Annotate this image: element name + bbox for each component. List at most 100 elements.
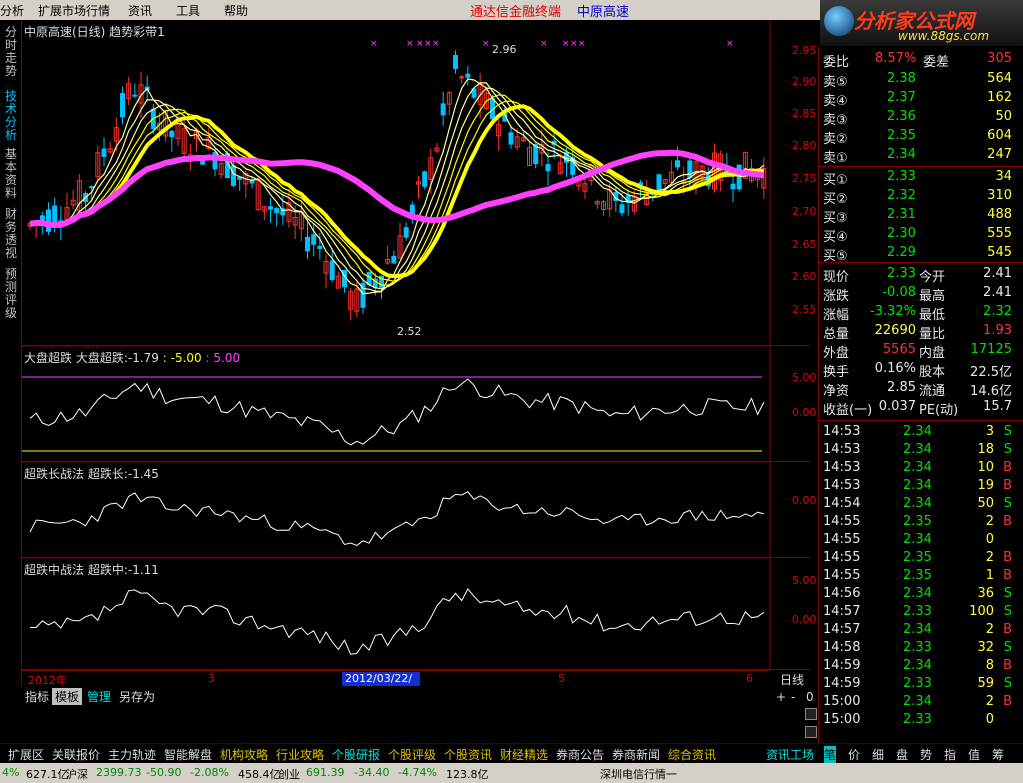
subtab-indicator[interactable]: 指标 — [22, 688, 52, 705]
bottom-tab[interactable]: 个股资讯 — [444, 746, 492, 763]
tick-time: 14:53 — [823, 478, 861, 493]
bottom-tab[interactable]: 个股评级 — [388, 746, 436, 763]
stat-label: 外盘 — [823, 346, 850, 361]
tick-volume: 19 — [977, 478, 994, 493]
ask-label: 卖③ — [823, 113, 848, 128]
tick-row: 14:53 2.34 3 S — [819, 423, 1023, 441]
ask-volume: 162 — [987, 90, 1012, 105]
bottom-tab[interactable]: 券商公告 — [556, 746, 604, 763]
bottom-tab[interactable]: 财经精选 — [500, 746, 548, 763]
pane2-series-label: 超跌长: — [87, 467, 128, 481]
ask-volume: 604 — [987, 128, 1012, 143]
menu-news[interactable]: 资讯 — [128, 2, 152, 19]
stat-row: 涨幅 -3.32% 最低 2.32 — [819, 303, 1023, 323]
tick-row: 14:53 2.34 18 S — [819, 441, 1023, 459]
tick-side: B — [1003, 550, 1012, 565]
zoom-in-button[interactable]: + — [776, 690, 786, 704]
scroll-up-button[interactable] — [805, 708, 817, 720]
right-tab[interactable]: 资讯工场 — [766, 746, 814, 763]
right-tab[interactable]: 盘 — [896, 746, 908, 763]
tab-technical[interactable]: 技术分析 — [5, 90, 19, 142]
tick-volume: 18 — [977, 442, 994, 457]
menu-analysis[interactable]: 分析 — [0, 2, 24, 19]
bottom-tab[interactable]: 智能解盘 — [164, 746, 212, 763]
tick-row: 14:57 2.34 2 B — [819, 621, 1023, 639]
ask-price: 2.38 — [887, 71, 916, 86]
stat-label: 最低 — [919, 308, 946, 323]
y-tick: 2.70 — [792, 205, 817, 218]
right-tab[interactable]: 势 — [920, 746, 932, 763]
zoom-out-button[interactable]: - — [791, 690, 795, 704]
indicator-sub-tabs: 指标 模板 管理 另存为 — [22, 686, 818, 706]
menu-tools[interactable]: 工具 — [176, 2, 200, 19]
tick-time: 15:00 — [823, 694, 861, 709]
y-tick: 2.65 — [792, 238, 817, 251]
right-tab[interactable]: 筹 — [992, 746, 1004, 763]
bottom-tab[interactable]: 主力轨迹 — [108, 746, 156, 763]
right-tab[interactable]: 指 — [944, 746, 956, 763]
subtab-template[interactable]: 模板 — [52, 688, 83, 705]
status-index-name: 沪深 — [66, 768, 88, 781]
tick-price: 2.33 — [903, 604, 932, 619]
menu-extended-market[interactable]: 扩展市场行情 — [38, 2, 110, 19]
tab-fundamentals[interactable]: 基本资料 — [5, 148, 19, 200]
right-tab[interactable]: 值 — [968, 746, 980, 763]
ask-row: 卖⑤ 2.38 564 — [819, 70, 1023, 90]
pane1-lower-line-value: : -5.00 — [162, 351, 202, 365]
bottom-tab[interactable]: 关联报价 — [52, 746, 100, 763]
tick-row: 14:56 2.34 36 S — [819, 585, 1023, 603]
status-amount3: 123.8亿 — [446, 768, 489, 781]
stat-value: 1.93 — [983, 323, 1012, 338]
bottom-tab[interactable]: 个股研报 — [332, 746, 380, 763]
status-index2-pct: -4.74% — [398, 766, 437, 779]
right-tab[interactable]: 价 — [848, 746, 860, 763]
tick-price: 2.33 — [903, 712, 932, 727]
divider — [819, 420, 1023, 421]
tick-time: 14:53 — [823, 442, 861, 457]
ask-volume: 50 — [995, 109, 1012, 124]
bid-label: 买① — [823, 173, 848, 188]
tab-intraday[interactable]: 分时走势 — [5, 26, 19, 78]
stat-value: 0.037 — [878, 399, 916, 414]
ask-price: 2.37 — [887, 90, 916, 105]
bottom-tab[interactable]: 机构攻略 — [220, 746, 268, 763]
tick-time: 14:54 — [823, 496, 861, 511]
subtab-manage[interactable]: 管理 — [84, 688, 114, 705]
status-index2-change: -34.40 — [354, 766, 390, 779]
stat-value: 14.6亿 — [970, 384, 1012, 399]
bottom-tab[interactable]: 扩展区 — [8, 746, 44, 763]
subtab-save-as[interactable]: 另存为 — [116, 688, 158, 705]
stat-value: -0.08 — [882, 285, 916, 300]
bottom-tab[interactable]: 行业攻略 — [276, 746, 324, 763]
low-price-marker: 2.52 — [397, 325, 422, 338]
tick-price: 2.33 — [903, 640, 932, 655]
tab-financials[interactable]: 财务透视 — [5, 208, 19, 260]
right-tab[interactable]: 笔 — [824, 746, 837, 763]
tick-side: B — [1003, 568, 1012, 583]
tick-side: B — [1003, 514, 1012, 529]
chart-area[interactable]: × × × × × × × × × × × 中原高速(日线) 趋势彩带1 2.95 2.90 2.8… — [22, 20, 817, 700]
main-pane-title: 中原高速(日线) 趋势彩带1 — [24, 25, 165, 39]
stat-label: 总量 — [823, 327, 850, 342]
y-tick: 2.75 — [792, 172, 817, 185]
bottom-tab[interactable]: 券商新闻 — [612, 746, 660, 763]
tick-side: B — [1003, 622, 1012, 637]
weibi-value: 8.57% — [875, 51, 917, 66]
stat-value: 5565 — [882, 342, 916, 357]
tick-side: S — [1003, 604, 1012, 619]
pane1-upper-line-value: : 5.00 — [205, 351, 241, 365]
tick-volume: 0 — [985, 532, 994, 547]
tick-row: 14:54 2.34 50 S — [819, 495, 1023, 513]
tick-side: S — [1003, 496, 1012, 511]
ask-volume: 564 — [987, 71, 1012, 86]
stat-label: 净资 — [823, 384, 850, 399]
tick-row: 14:59 2.34 8 B — [819, 657, 1023, 675]
bottom-tab[interactable]: 综合资讯 — [668, 746, 716, 763]
zoom-reset-button[interactable]: 0 — [806, 690, 814, 704]
menu-help[interactable]: 帮助 — [224, 2, 248, 19]
right-tab[interactable]: 细 — [872, 746, 884, 763]
scroll-down-button[interactable] — [805, 726, 817, 738]
tick-time: 14:59 — [823, 676, 861, 691]
tab-forecast[interactable]: 预测评级 — [5, 268, 19, 320]
tick-side: S — [1003, 676, 1012, 691]
